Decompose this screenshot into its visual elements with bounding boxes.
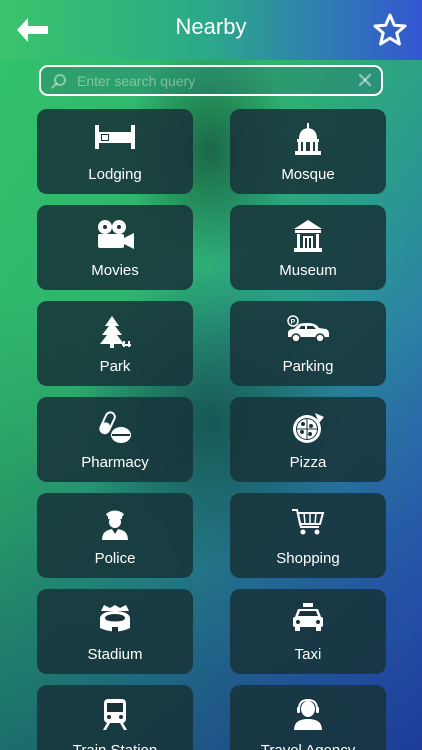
agent-icon	[294, 699, 322, 730]
category-mosque[interactable]: Mosque	[230, 109, 386, 194]
category-travel-agency[interactable]: Travel Agency	[230, 685, 386, 750]
category-pharmacy[interactable]: Pharmacy	[37, 397, 193, 482]
category-label: Shopping	[276, 550, 340, 567]
category-movies[interactable]: Movies	[37, 205, 193, 290]
search-bar	[39, 65, 383, 96]
category-lodging[interactable]: Lodging	[37, 109, 193, 194]
category-label: Train Station	[37, 742, 193, 750]
parking-car-icon: P	[287, 315, 329, 343]
category-stadium[interactable]: Stadium	[37, 589, 193, 674]
category-label: Pizza	[289, 454, 327, 471]
category-parking[interactable]: P Parking	[230, 301, 386, 386]
category-taxi[interactable]: Taxi	[230, 589, 386, 674]
category-police[interactable]: Police	[37, 493, 193, 578]
svg-text:P: P	[291, 319, 296, 326]
clear-icon[interactable]	[357, 72, 373, 88]
search-input[interactable]	[77, 69, 347, 93]
top-bar: Nearby	[0, 0, 422, 60]
category-label: Parking	[282, 358, 334, 375]
star-icon	[373, 13, 407, 46]
museum-icon	[294, 220, 322, 252]
tree-icon	[100, 316, 131, 348]
favorite-button[interactable]	[372, 12, 408, 48]
category-label: Taxi	[294, 646, 322, 663]
mosque-icon	[295, 123, 321, 155]
category-grid: Lodging Mosque Movies Museum Park P Park…	[37, 109, 386, 750]
category-label: Lodging	[88, 166, 142, 183]
page-title: Nearby	[175, 14, 247, 39]
category-pizza[interactable]: Pizza	[230, 397, 386, 482]
train-icon	[103, 699, 127, 730]
pizza-icon	[293, 413, 324, 443]
category-label: Movies	[91, 262, 139, 279]
police-officer-icon	[102, 510, 128, 540]
category-park[interactable]: Park	[37, 301, 193, 386]
category-museum[interactable]: Museum	[230, 205, 386, 290]
taxi-icon	[293, 603, 323, 631]
bed-icon	[95, 125, 135, 149]
category-shopping[interactable]: Shopping	[230, 493, 386, 578]
search-icon	[51, 74, 66, 89]
shopping-cart-icon	[292, 509, 325, 535]
stadium-icon	[100, 605, 130, 633]
category-label: Travel Agency	[230, 742, 386, 750]
category-label: Police	[94, 550, 136, 567]
category-train-station[interactable]: Train Station	[37, 685, 193, 750]
film-projector-icon	[98, 220, 134, 249]
pills-icon	[99, 411, 131, 443]
category-label: Mosque	[281, 166, 335, 183]
category-label: Park	[99, 358, 131, 375]
category-label: Museum	[279, 262, 337, 279]
category-label: Stadium	[87, 646, 143, 663]
category-label: Pharmacy	[81, 454, 149, 471]
